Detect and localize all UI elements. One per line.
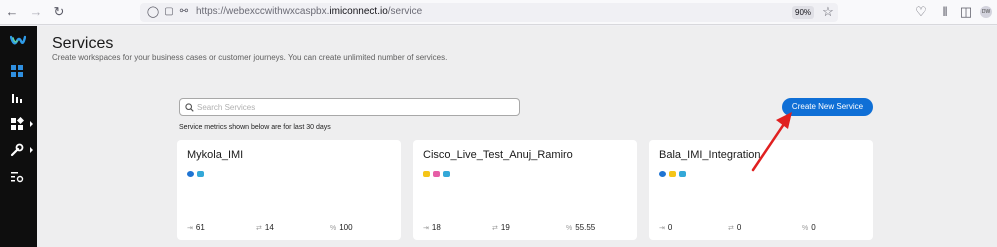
percent-icon: % xyxy=(802,225,809,232)
messenger-icon xyxy=(187,171,194,177)
service-card[interactable]: Bala_IMI_Integration ⇥ 0 ⇄ 0 % 0 xyxy=(649,140,873,240)
sidebar-item-services[interactable] xyxy=(0,59,37,83)
search-icon xyxy=(185,103,194,112)
stat-inbound: ⇥ 0 xyxy=(659,223,673,232)
create-new-service-button[interactable]: Create New Service xyxy=(782,98,873,116)
address-bar[interactable]: ◯ ▢ ⚯ https://webexccwithwxcaspbx.imicon… xyxy=(140,3,838,22)
webex-logo[interactable] xyxy=(0,30,37,54)
bookmark-star-icon[interactable]: ☆ xyxy=(821,5,835,19)
url-path: /service xyxy=(387,6,423,17)
page-title: Services xyxy=(52,35,114,52)
pocket-icon[interactable]: ♡ xyxy=(914,5,928,19)
channel-icons xyxy=(423,171,453,179)
stat-percentage: % 55.55 xyxy=(566,223,596,232)
page-subtitle: Create workspaces for your business case… xyxy=(52,53,448,62)
inbound-icon: ⇥ xyxy=(659,225,665,232)
url-text[interactable]: https://webexccwithwxcaspbx.imiconnect.i… xyxy=(196,6,422,17)
service-stats: ⇥ 18 ⇄ 19 % 55.55 xyxy=(423,223,633,233)
forward-icon[interactable]: → xyxy=(29,5,43,19)
service-name[interactable]: Mykola_IMI xyxy=(187,149,243,161)
service-card[interactable]: Cisco_Live_Test_Anuj_Ramiro ⇥ 18 ⇄ 19 % 55.… xyxy=(413,140,637,240)
chevron-right-icon xyxy=(30,121,33,127)
sidebar-item-analytics[interactable] xyxy=(0,86,37,110)
key-icon[interactable]: ⚯ xyxy=(177,5,191,19)
inbound-icon: ⇥ xyxy=(423,225,429,232)
wrench-icon xyxy=(10,143,24,157)
service-stats: ⇥ 61 ⇄ 14 % 100 xyxy=(187,223,397,233)
channel-icons xyxy=(659,171,689,179)
chevron-right-icon xyxy=(30,147,33,153)
chat-icon xyxy=(443,171,450,177)
chat-icon xyxy=(679,171,686,177)
stat-outbound: ⇄ 19 xyxy=(492,223,510,232)
zoom-level[interactable]: 90% xyxy=(792,6,815,19)
dashboard-grid-icon xyxy=(11,65,23,77)
main-content: Services Create workspaces for your busi… xyxy=(37,26,997,247)
inbound-icon: ⇥ xyxy=(187,225,193,232)
outbound-icon: ⇄ xyxy=(256,225,262,232)
lock-icon[interactable]: ▢ xyxy=(162,5,176,19)
url-prefix: https://webexccwithwxcaspbx. xyxy=(196,6,330,17)
shield-icon[interactable]: ◯ xyxy=(146,5,160,19)
stat-outbound: ⇄ 14 xyxy=(256,223,274,232)
stat-inbound: ⇥ 18 xyxy=(423,223,441,232)
bar-chart-icon xyxy=(12,94,22,103)
sidebar-item-tools[interactable] xyxy=(0,138,37,162)
channel-icons xyxy=(187,171,207,179)
sidebar-item-logs[interactable] xyxy=(0,165,37,189)
service-name[interactable]: Cisco_Live_Test_Anuj_Ramiro xyxy=(423,149,573,161)
service-card[interactable]: Mykola_IMI ⇥ 61 ⇄ 14 % 100 xyxy=(177,140,401,240)
stat-percentage: % 0 xyxy=(802,223,816,232)
sidebar-toggle-icon[interactable]: ◫ xyxy=(959,5,973,19)
back-icon[interactable]: ← xyxy=(5,5,19,19)
avatar[interactable]: DW xyxy=(980,6,992,18)
library-icon[interactable]: ‖ xyxy=(938,5,952,19)
stat-inbound: ⇥ 61 xyxy=(187,223,205,232)
list-search-icon xyxy=(11,172,24,183)
webex-logo-icon xyxy=(10,35,26,45)
outbound-icon: ⇄ xyxy=(492,225,498,232)
sidebar-item-assets[interactable] xyxy=(0,112,37,136)
percent-icon: % xyxy=(566,225,573,232)
search-box[interactable] xyxy=(179,98,520,116)
app-sidebar xyxy=(0,26,37,247)
service-name[interactable]: Bala_IMI_Integration xyxy=(659,149,761,161)
messenger-icon xyxy=(659,171,666,177)
reload-icon[interactable]: ↻ xyxy=(52,5,66,19)
browser-toolbar: ← → ↻ ◯ ▢ ⚯ https://webexccwithwxcaspbx.… xyxy=(0,0,997,25)
email-icon xyxy=(433,171,440,177)
sms-icon xyxy=(423,171,430,177)
stat-outbound: ⇄ 0 xyxy=(728,223,742,232)
chat-icon xyxy=(197,171,204,177)
metrics-note: Service metrics shown below are for last… xyxy=(179,124,331,131)
sms-icon xyxy=(669,171,676,177)
service-stats: ⇥ 0 ⇄ 0 % 0 xyxy=(659,223,869,233)
outbound-icon: ⇄ xyxy=(728,225,734,232)
stat-percentage: % 100 xyxy=(330,223,353,232)
apps-icon xyxy=(11,117,24,130)
search-input[interactable] xyxy=(197,101,507,113)
url-domain: imiconnect.io xyxy=(329,6,388,17)
percent-icon: % xyxy=(330,225,337,232)
